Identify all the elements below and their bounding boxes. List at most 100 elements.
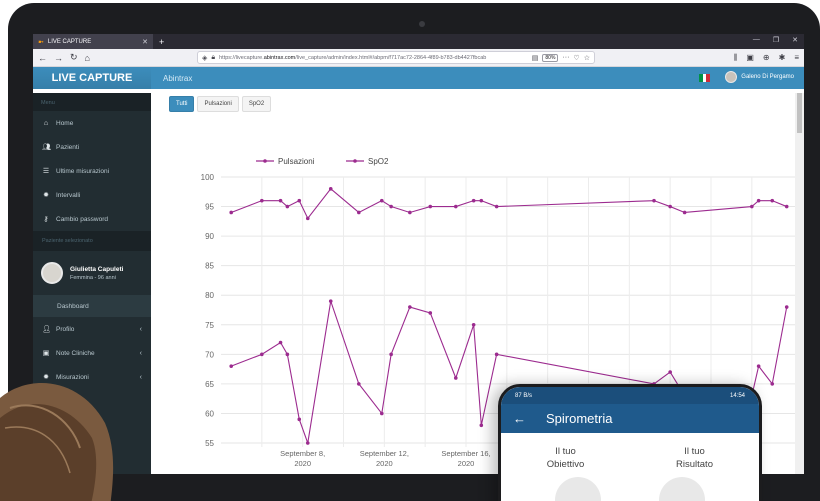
y-tick-label: 65 [205,380,214,389]
data-point [471,322,476,327]
more-icon[interactable]: ··· [562,54,569,61]
data-point [770,198,775,203]
extension-icon[interactable]: ✱ [779,53,786,63]
gear-icon: ✹ [43,192,49,199]
data-point [389,352,393,357]
data-point [784,204,789,209]
sidebar-item-cambio-password[interactable]: ⚷ Cambio password [33,207,151,231]
data-point [408,210,412,215]
phone-clock: 14:54 [729,392,745,399]
goal-label-line1: Il tuo [555,446,576,457]
data-point [756,364,761,368]
data-point [428,204,433,209]
back-icon[interactable]: ← [38,53,47,63]
new-tab-icon[interactable]: + [159,37,164,47]
data-point [494,204,499,209]
data-point [428,311,433,315]
menu-icon[interactable]: ≡ [794,53,799,63]
top-navbar: Abintrax Galeno Di Pergamo [151,67,804,89]
sidebar-item-home[interactable]: ⌂ Home [33,111,151,135]
data-point [285,352,290,357]
goal-label-line2: Obiettivo [546,459,585,470]
restore-icon[interactable]: ❐ [773,36,779,44]
patient-card[interactable]: Giulietta Capuleti Femmina - 96 anni [33,251,151,295]
phone-app-bar: ← Spirometria [501,404,759,433]
data-point [770,382,775,386]
patient-name: Giulietta Capuleti [70,265,124,273]
forward-icon[interactable]: → [54,53,63,63]
reader-icon[interactable]: ▤ [532,54,539,62]
y-tick-label: 70 [205,350,214,359]
data-point [379,198,384,203]
url-text: https://livecapture.abintrax.com/live_ca… [219,54,487,61]
list-icon: ☰ [42,168,50,175]
goal-column: Il tuo Obiettivo [501,445,630,471]
goal-gauge [555,477,601,501]
users-icon: 👥︎ [42,144,51,151]
section-title: Abintrax [163,73,193,83]
app-header: LIVE CAPTURE Abintrax Galeno Di Pergamo [33,67,804,89]
data-point [229,364,234,368]
bookmark-icon[interactable]: ☆ [584,54,590,62]
sidebar-item-label: Pazienti [56,143,80,151]
data-point [494,352,499,357]
pocket-icon[interactable]: ♡ [573,54,579,62]
italian-flag-icon[interactable] [699,74,711,82]
window-controls: — ❐ ✕ [753,36,798,44]
data-point [297,198,302,203]
sidebar-item-pazienti[interactable]: 👥︎ Pazienti [33,135,151,159]
sidebar-item-dashboard[interactable]: Dashboard [33,295,151,317]
phone-columns: Il tuo Obiettivo Il tuo Risultato [501,433,759,471]
x-tick-label: 2020 [458,459,475,468]
sidebar-item-label: Ultime misurazioni [56,167,110,175]
data-point [682,210,687,215]
webcam [419,21,425,27]
zoom-level[interactable]: 80% [542,53,559,62]
data-point [305,441,310,445]
data-point [357,382,361,386]
data-point [750,204,754,209]
x-tick-label: September 8, [280,449,325,458]
patient-detail: Femmina - 96 anni [70,274,116,281]
home-icon: ⌂ [43,119,49,127]
shield-icon: ◈ [201,54,208,62]
result-column: Il tuo Risultato [630,445,759,471]
minimize-icon[interactable]: — [753,36,760,44]
sidebar-item-ultime-misurazioni[interactable]: ☰ Ultime misurazioni [33,159,151,183]
close-window-icon[interactable]: ✕ [792,36,798,44]
user-menu[interactable]: Galeno Di Pergamo [725,71,794,83]
home-browser-icon[interactable]: ⌂ [85,53,90,63]
sidebar-item-note-cliniche[interactable]: ▣ Note Cliniche ‹ [33,341,151,365]
x-tick-label: September 16, [441,449,490,458]
browser-tab[interactable]: ➼ LIVE CAPTURE ✕ [33,34,153,49]
sidebar-item-label: Cambio password [56,215,109,223]
toolbar-right: ⫼ ▣ ⊕ ✱ ≡ [734,53,799,63]
url-bar[interactable]: ◈ 🔒︎ https://livecapture.abintrax.com/li… [196,51,595,64]
data-point [652,198,656,203]
page-scrollbar[interactable] [795,93,804,474]
legend-label: SpO2 [368,157,389,166]
close-tab-icon[interactable]: ✕ [142,38,148,46]
sidebar-item-intervalli[interactable]: ✹ Intervalli [33,183,151,207]
phone-overlay: 87 B/s 14:54 ← Spirometria Il tuo Obiett… [498,384,762,501]
phone-status-left: 87 B/s [515,392,533,399]
sidebar-header: Menu [33,93,151,111]
sidebar-item-profilo[interactable]: 👤︎ Profilo ‹ [33,317,151,341]
data-point [278,340,283,345]
chevron-left-icon: ‹ [139,349,142,357]
phone-title: Spirometria [546,411,613,426]
data-point [229,210,234,215]
sidebar-icon[interactable]: ▣ [746,53,754,63]
phone-status-bar: 87 B/s 14:54 [501,387,759,404]
data-point [285,204,290,209]
library-icon[interactable]: ⫼ [734,53,738,63]
app-brand[interactable]: LIVE CAPTURE [33,67,151,89]
back-arrow-icon[interactable]: ← [513,411,526,426]
chevron-left-icon: ‹ [139,325,142,333]
data-point [668,370,672,374]
x-tick-label: September 12, [360,449,409,458]
scrollbar-thumb[interactable] [797,93,802,133]
reload-icon[interactable]: ↻ [70,52,78,63]
notes-icon: ▣ [42,350,50,357]
account-icon[interactable]: ⊕ [763,53,770,63]
